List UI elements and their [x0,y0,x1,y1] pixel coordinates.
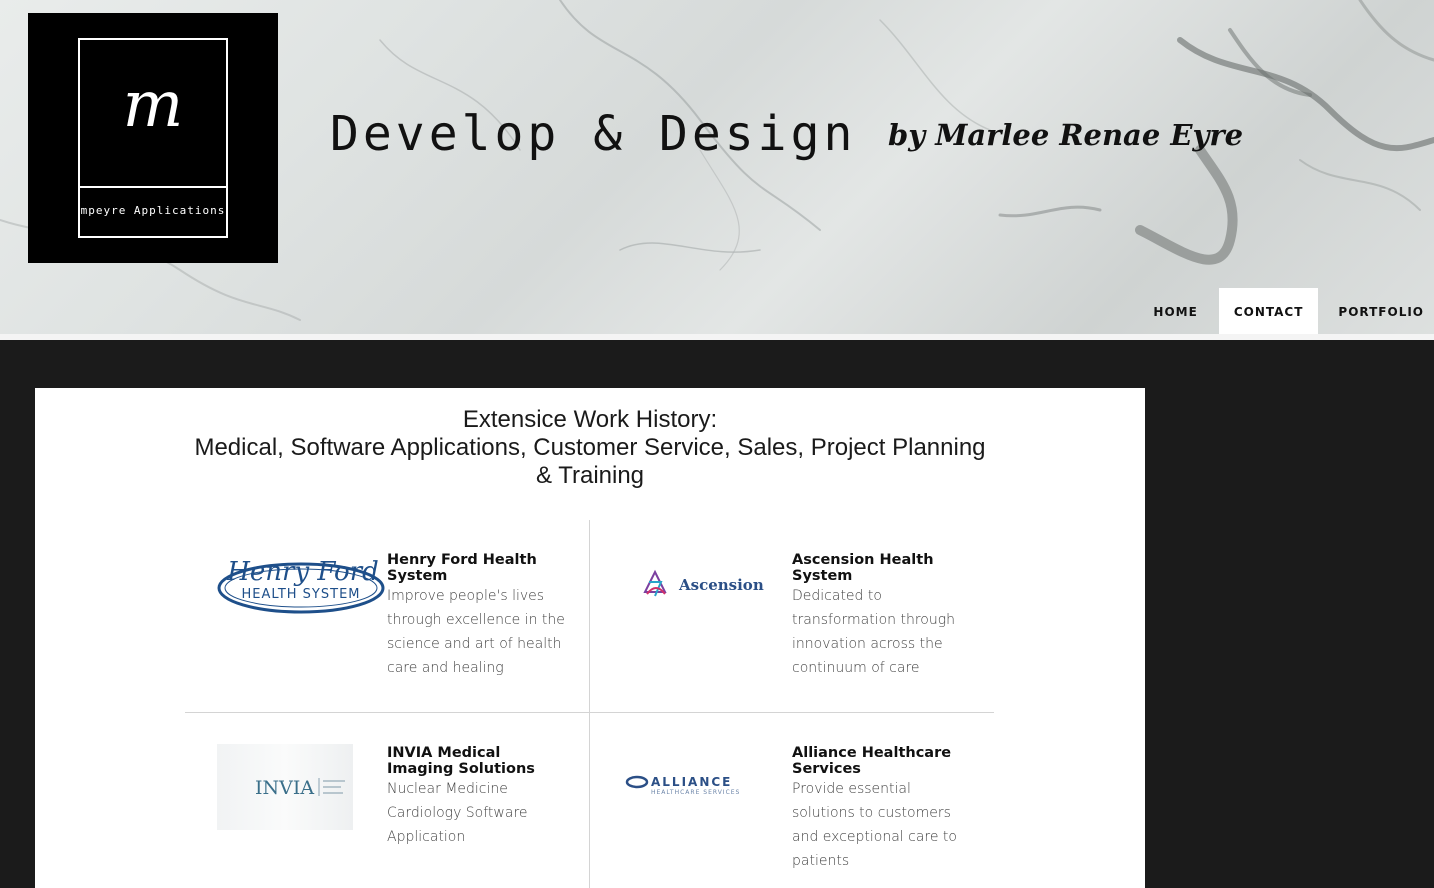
employer-name: INVIA Medical Imaging Solutions [387,745,535,777]
site-byline: by Marlee Renae Eyre [888,118,1244,152]
nav-portfolio[interactable]: PORTFOLIO [1318,288,1434,334]
heading-line-2: Medical, Software Applications, Customer… [194,434,986,489]
invia-logo-graphic: INVIA [255,777,345,799]
henry-ford-logo-subtext: HEALTH SYSTEM [242,587,361,602]
invia-logo-text: INVIA [255,777,314,799]
nav-contact[interactable]: CONTACT [1218,288,1319,334]
logo-mark: m [122,68,184,142]
ascension-logo[interactable]: Ascension [641,568,781,602]
employer-description: Nuclear Medicine Cardiology Software App… [387,781,528,845]
heading-line-1: Extensice Work History: [462,406,718,433]
brand-logo[interactable]: m mpeyre Applications [28,13,278,263]
employer-name: Henry Ford Health System [387,552,537,584]
main-nav: HOME CONTACT PORTFOLIO [1132,288,1434,334]
work-history-heading: Extensice Work History: Medical, Softwar… [185,406,995,490]
header-divider [0,334,1434,340]
employer-name: Ascension Health System [792,552,934,584]
logo-caption: mpeyre Applications [80,204,226,217]
henry-ford-logo[interactable]: Henry Ford HEALTH SYSTEM [217,550,387,616]
grid-divider-horizontal [185,712,994,713]
work-history-card: Extensice Work History: Medical, Softwar… [35,388,1145,888]
invia-logo[interactable]: INVIA [217,744,353,830]
employer-description: Improve people's lives through excellenc… [387,588,565,676]
henry-ford-logo-text: Henry Ford [226,557,379,587]
employer-description: Dedicated to transformation through inno… [792,588,956,676]
employer-description: Provide essential solutions to customers… [792,781,957,869]
alliance-logo-subtext: HEALTHCARE SERVICES [651,789,740,796]
alliance-logo-text: ALLIANCE [651,775,732,789]
employer-name: Alliance Healthcare Services [792,745,952,777]
ascension-logo-text: Ascension [678,576,764,594]
alliance-logo[interactable]: ALLIANCE HEALTHCARE SERVICES [625,772,791,798]
site-title: Develop & Design [330,106,857,162]
nav-home[interactable]: HOME [1132,288,1218,334]
site-header: m mpeyre Applications Develop & Design b… [0,0,1434,334]
grid-divider-vertical [589,520,590,888]
